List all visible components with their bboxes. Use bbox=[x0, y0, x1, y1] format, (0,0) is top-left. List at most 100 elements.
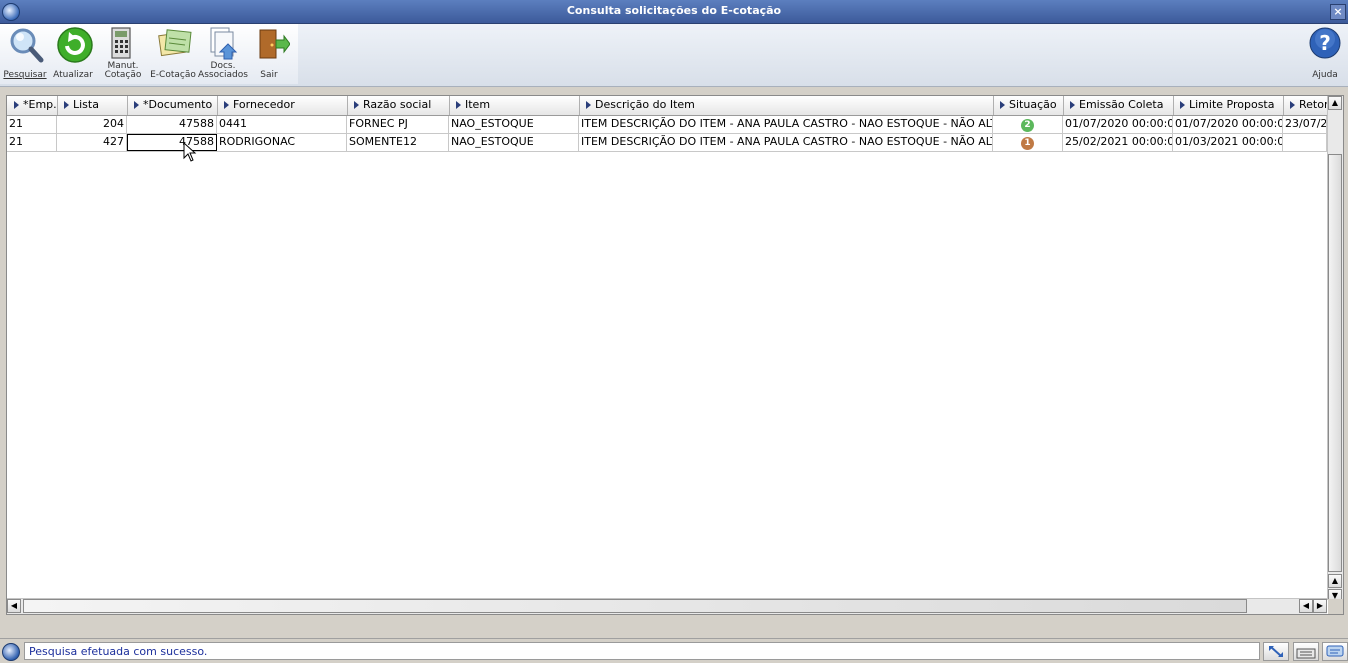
cell-descricao[interactable]: ITEM DESCRIÇÃO DO ITEM - ANA PAULA CASTR… bbox=[579, 116, 993, 133]
magnifier-icon bbox=[10, 28, 44, 63]
cell-razao-social[interactable]: FORNEC PJ bbox=[347, 116, 449, 133]
scroll-right-button[interactable]: ▶ bbox=[1313, 599, 1327, 613]
col-header-label: *Documento bbox=[143, 98, 213, 111]
e-cotacao-button[interactable]: E-Cotação bbox=[148, 24, 198, 82]
resize-arrow-icon bbox=[1269, 646, 1283, 657]
cell-descricao[interactable]: ITEM DESCRIÇÃO DO ITEM - ANA PAULA CASTR… bbox=[579, 134, 993, 151]
col-header-label: Limite Proposta bbox=[1189, 98, 1275, 111]
col-header-label: Lista bbox=[73, 98, 99, 111]
sort-arrow-icon bbox=[354, 101, 359, 109]
horizontal-scrollbar[interactable]: ◀ ◀ ▶ bbox=[7, 598, 1327, 614]
cell-emissao[interactable]: 01/07/2020 00:00:00 bbox=[1063, 116, 1173, 133]
cell-fornecedor[interactable]: 0441 bbox=[217, 116, 347, 133]
results-grid[interactable]: *Emp. Lista *Documento Fornecedor Razão … bbox=[6, 95, 1344, 615]
toolbar-group: Pesquisar Atualizar Manut. Cotação E-Cot… bbox=[0, 24, 298, 84]
keyboard-button[interactable] bbox=[1293, 642, 1319, 661]
col-header-razao-social[interactable]: Razão social bbox=[347, 96, 450, 115]
col-header-descricao[interactable]: Descrição do Item bbox=[579, 96, 994, 115]
window-title: Consulta solicitações do E-cotação bbox=[566, 4, 782, 17]
calculator-icon bbox=[111, 27, 131, 59]
cell-lista[interactable]: 204 bbox=[57, 116, 127, 133]
scroll-up-small-button[interactable]: ▲ bbox=[1328, 574, 1342, 588]
help-icon: ? bbox=[1309, 27, 1341, 59]
status-bar: Pesquisa efetuada com sucesso. bbox=[0, 638, 1348, 663]
cell-razao-social[interactable]: SOMENTE12 bbox=[347, 134, 449, 151]
col-header-limite[interactable]: Limite Proposta bbox=[1173, 96, 1284, 115]
cell-fornecedor[interactable]: RODRIGONAC bbox=[217, 134, 347, 151]
e-cotacao-icon bbox=[158, 29, 192, 57]
mouse-cursor-icon bbox=[183, 142, 197, 162]
cell-retorno[interactable]: 23/07/20 bbox=[1283, 116, 1327, 133]
col-header-label: Emissão Coleta bbox=[1079, 98, 1164, 111]
sort-arrow-icon bbox=[224, 101, 229, 109]
sort-arrow-icon bbox=[1290, 101, 1295, 109]
cell-documento[interactable]: 47588 bbox=[127, 134, 217, 151]
cell-situacao[interactable]: 1 bbox=[993, 134, 1063, 151]
scroll-corner bbox=[1328, 599, 1343, 614]
sort-arrow-icon bbox=[1000, 101, 1005, 109]
cell-item[interactable]: NAO_ESTOQUE bbox=[449, 134, 579, 151]
help-button-label: Ajuda bbox=[1312, 70, 1338, 80]
sort-arrow-icon bbox=[134, 101, 139, 109]
cell-emp[interactable]: 21 bbox=[7, 116, 57, 133]
sort-arrow-icon bbox=[586, 101, 591, 109]
col-header-item[interactable]: Item bbox=[449, 96, 580, 115]
keyboard-icon bbox=[1296, 648, 1316, 659]
table-row[interactable]: 21 427 47588 RODRIGONAC SOMENTE12 NAO_ES… bbox=[7, 134, 1327, 152]
scroll-up-button[interactable]: ▲ bbox=[1328, 96, 1342, 110]
svg-text:?: ? bbox=[1319, 31, 1331, 55]
status-app-icon bbox=[2, 643, 20, 661]
cell-emp[interactable]: 21 bbox=[7, 134, 57, 151]
scroll-left-button[interactable]: ◀ bbox=[7, 599, 21, 613]
cell-emissao[interactable]: 25/02/2021 00:00:00 bbox=[1063, 134, 1173, 151]
col-header-label: Situação bbox=[1009, 98, 1057, 111]
horizontal-scroll-thumb[interactable] bbox=[23, 599, 1247, 613]
exit-button-label: Sair bbox=[260, 70, 278, 80]
vertical-scrollbar[interactable]: ▲ ▲ ▼ bbox=[1327, 96, 1343, 603]
exit-door-icon bbox=[259, 29, 290, 59]
col-header-label: Fornecedor bbox=[233, 98, 295, 111]
title-bar: Consulta solicitações do E-cotação × bbox=[0, 0, 1348, 24]
cell-limite[interactable]: 01/03/2021 00:00:00 bbox=[1173, 134, 1283, 151]
col-header-documento[interactable]: *Documento bbox=[127, 96, 218, 115]
help-button[interactable]: ? Ajuda bbox=[1300, 24, 1348, 82]
refresh-button[interactable]: Atualizar bbox=[48, 24, 98, 82]
documents-icon bbox=[210, 27, 238, 60]
col-header-label: Item bbox=[465, 98, 491, 111]
col-header-label: Razão social bbox=[363, 98, 432, 111]
cell-limite[interactable]: 01/07/2020 00:00:00 bbox=[1173, 116, 1283, 133]
status-badge: 1 bbox=[1021, 137, 1034, 150]
sort-arrow-icon bbox=[1180, 101, 1185, 109]
sort-arrow-icon bbox=[1070, 101, 1075, 109]
table-row[interactable]: 21 204 47588 0441 FORNEC PJ NAO_ESTOQUE … bbox=[7, 116, 1327, 134]
resize-button[interactable] bbox=[1263, 642, 1289, 661]
cell-situacao[interactable]: 2 bbox=[993, 116, 1063, 133]
col-header-retorno[interactable]: Retor bbox=[1283, 96, 1328, 115]
chat-button[interactable] bbox=[1322, 642, 1348, 661]
col-header-fornecedor[interactable]: Fornecedor bbox=[217, 96, 348, 115]
vertical-scroll-thumb[interactable] bbox=[1328, 154, 1342, 572]
status-message: Pesquisa efetuada com sucesso. bbox=[24, 642, 1260, 660]
cell-retorno[interactable] bbox=[1283, 134, 1327, 151]
col-header-emp[interactable]: *Emp. bbox=[7, 96, 58, 115]
toolbar: Pesquisar Atualizar Manut. Cotação E-Cot… bbox=[0, 24, 1348, 87]
col-header-label: Retor bbox=[1299, 98, 1328, 111]
cell-documento[interactable]: 47588 bbox=[127, 116, 217, 133]
cell-item[interactable]: NAO_ESTOQUE bbox=[449, 116, 579, 133]
grid-header: *Emp. Lista *Documento Fornecedor Razão … bbox=[7, 96, 1328, 116]
col-header-lista[interactable]: Lista bbox=[57, 96, 128, 115]
scroll-left-small-button[interactable]: ◀ bbox=[1299, 599, 1313, 613]
col-header-emissao[interactable]: Emissão Coleta bbox=[1063, 96, 1174, 115]
status-badge: 2 bbox=[1021, 119, 1034, 132]
exit-button[interactable]: Sair bbox=[244, 24, 294, 82]
manut-cotacao-button[interactable]: Manut. Cotação bbox=[98, 24, 148, 82]
col-header-label: Descrição do Item bbox=[595, 98, 695, 111]
sort-arrow-icon bbox=[456, 101, 461, 109]
col-header-situacao[interactable]: Situação bbox=[993, 96, 1064, 115]
chat-bubble-icon bbox=[1326, 645, 1344, 657]
close-button[interactable]: × bbox=[1330, 4, 1346, 20]
col-header-label: *Emp. bbox=[23, 98, 57, 111]
cell-lista[interactable]: 427 bbox=[57, 134, 127, 151]
sort-arrow-icon bbox=[64, 101, 69, 109]
refresh-icon bbox=[57, 27, 93, 63]
